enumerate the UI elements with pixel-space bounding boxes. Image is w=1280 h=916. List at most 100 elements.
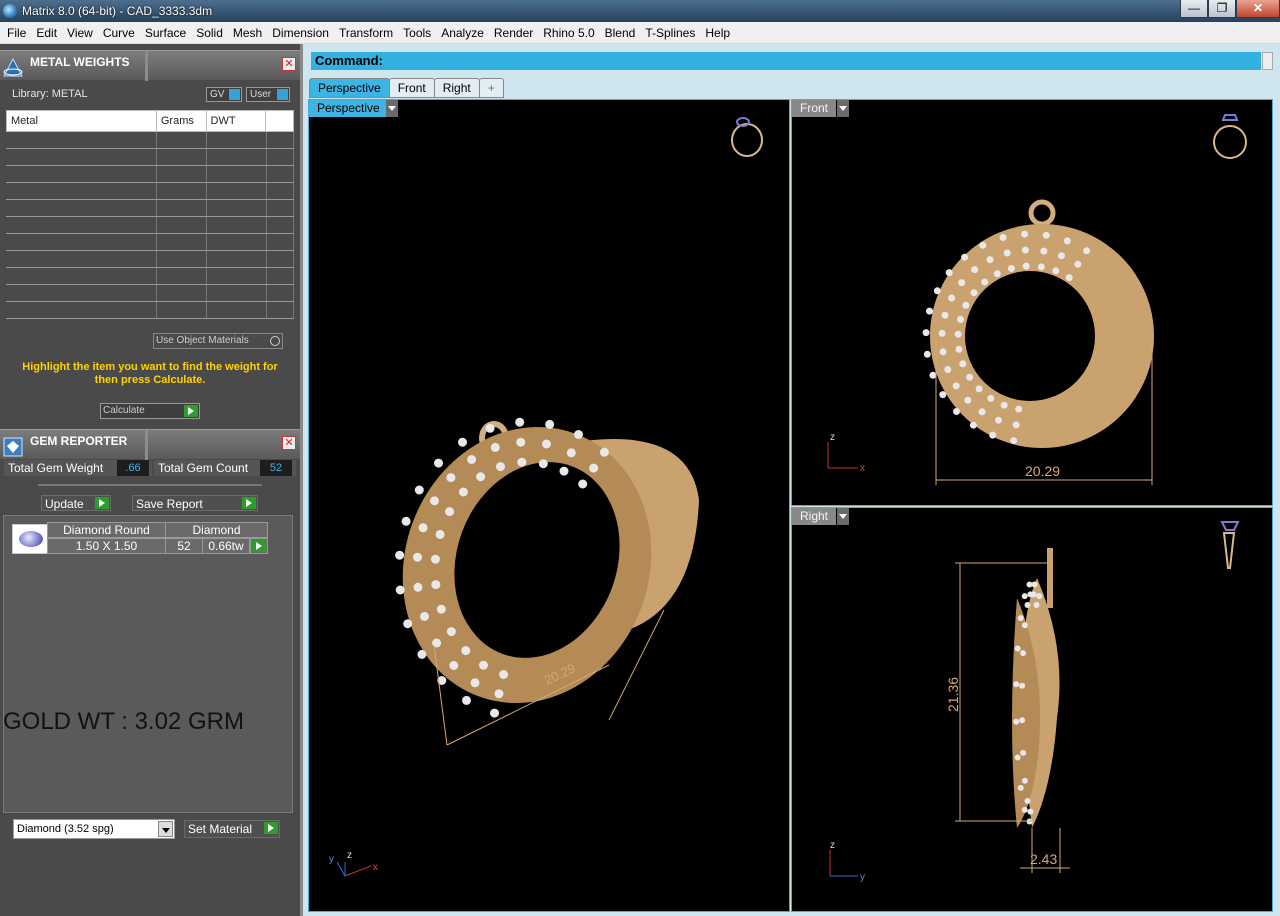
gem-dot: [933, 287, 941, 295]
gem-row-go[interactable]: [250, 538, 268, 554]
menu-blend[interactable]: Blend: [600, 26, 641, 40]
command-scrollbar[interactable]: [1262, 52, 1273, 70]
play-icon: [252, 540, 266, 552]
table-row[interactable]: [6, 302, 294, 319]
gem-dot: [1030, 591, 1037, 598]
tab-front[interactable]: Front: [388, 78, 435, 98]
command-bar[interactable]: Command:: [311, 52, 1261, 70]
add-tab-button[interactable]: +: [478, 78, 504, 98]
gem-dot: [993, 270, 1001, 278]
table-cell: [6, 217, 157, 233]
metal-weights-icon: [3, 57, 23, 77]
right-viewport[interactable]: Right 21.36 2.43 z y: [791, 507, 1273, 912]
table-row[interactable]: [6, 166, 294, 183]
gem-dot: [1019, 682, 1026, 689]
gem-dot: [516, 437, 526, 447]
gem-dot: [958, 279, 966, 287]
gem-dot: [461, 646, 471, 656]
maximize-button[interactable]: ❐: [1208, 0, 1236, 18]
update-button[interactable]: Update: [41, 495, 111, 511]
col-dwt[interactable]: DWT: [207, 111, 267, 131]
gem-dot: [966, 373, 974, 381]
gem-dot: [538, 459, 548, 469]
play-icon: [242, 497, 256, 509]
perspective-viewport[interactable]: Perspective 20.29 z x y: [308, 99, 790, 912]
table-row[interactable]: [6, 149, 294, 166]
gem-dot: [434, 458, 443, 468]
col-grams[interactable]: Grams: [157, 111, 207, 131]
gem-dot: [989, 431, 997, 439]
set-material-button[interactable]: Set Material: [184, 820, 280, 838]
menu-view[interactable]: View: [62, 26, 98, 40]
metal-table: Metal Grams DWT: [6, 110, 294, 324]
play-icon: [264, 822, 278, 834]
play-icon[interactable]: [184, 405, 198, 417]
table-row[interactable]: [6, 268, 294, 285]
menu-file[interactable]: File: [2, 26, 31, 40]
user-label: User: [250, 89, 272, 100]
menu-help[interactable]: Help: [700, 26, 735, 40]
chevron-down-icon[interactable]: [158, 821, 173, 837]
front-viewport[interactable]: Front 20.29 z x: [791, 99, 1273, 506]
axis-indicator: z x y: [329, 850, 378, 877]
table-cell: [267, 149, 294, 165]
menu-rhino[interactable]: Rhino 5.0: [538, 26, 599, 40]
use-object-materials-checkbox[interactable]: Use Object Materials: [153, 333, 283, 349]
save-report-button[interactable]: Save Report: [132, 495, 258, 511]
calculate-dropdown[interactable]: Calculate: [100, 403, 200, 419]
table-row[interactable]: [6, 183, 294, 200]
gem-thumbnail[interactable]: [12, 524, 48, 554]
gem-dot: [944, 366, 952, 373]
menu-surface[interactable]: Surface: [140, 26, 191, 40]
menu-curve[interactable]: Curve: [98, 26, 140, 40]
gem-dot: [418, 523, 428, 533]
col-metal[interactable]: Metal: [7, 111, 157, 131]
gem-dot: [962, 301, 970, 309]
table-cell: [207, 268, 267, 284]
gem-dot: [574, 430, 583, 439]
table-cell: [207, 234, 267, 250]
table-cell: [207, 285, 267, 301]
menu-tools[interactable]: Tools: [398, 26, 436, 40]
table-row[interactable]: [6, 285, 294, 302]
gem-dot: [542, 439, 551, 449]
menu-analyze[interactable]: Analyze: [436, 26, 489, 40]
gem-reporter-close-icon[interactable]: ✕: [282, 436, 296, 450]
gem-dot: [948, 294, 956, 302]
table-cell: [267, 200, 294, 216]
table-row[interactable]: [6, 217, 294, 234]
table-cell: [6, 149, 157, 165]
gem-dot: [945, 269, 953, 277]
table-row[interactable]: [6, 200, 294, 217]
tab-perspective[interactable]: Perspective: [309, 78, 390, 98]
axis-y-label: y: [329, 854, 334, 865]
menu-solid[interactable]: Solid: [191, 26, 228, 40]
table-row[interactable]: [6, 132, 294, 149]
close-button[interactable]: ✕: [1236, 0, 1280, 18]
ring-orientation-icon: [1220, 521, 1240, 569]
save-report-label: Save Report: [136, 497, 203, 511]
splitter[interactable]: [38, 484, 262, 486]
table-row[interactable]: [6, 234, 294, 251]
tab-right[interactable]: Right: [433, 78, 480, 98]
table-cell: [6, 251, 157, 267]
gem-name: Diamond Round: [47, 522, 166, 538]
material-select[interactable]: Diamond (3.52 spg): [13, 819, 175, 839]
table-row[interactable]: [6, 251, 294, 268]
gem-reporter-icon: [3, 437, 23, 457]
table-cell: [6, 268, 157, 284]
menu-mesh[interactable]: Mesh: [228, 26, 267, 40]
gem-dot: [1042, 231, 1050, 239]
menu-render[interactable]: Render: [489, 26, 538, 40]
menu-tsplines[interactable]: T-Splines: [640, 26, 700, 40]
gv-toggle[interactable]: GV: [206, 87, 242, 102]
user-toggle[interactable]: User: [246, 87, 290, 102]
minimize-button[interactable]: —: [1180, 0, 1208, 18]
title-bar: Matrix 8.0 (64-bit) - CAD_3333.3dm — ❐ ✕: [0, 0, 1280, 22]
menu-transform[interactable]: Transform: [334, 26, 398, 40]
metal-weights-close-icon[interactable]: ✕: [282, 57, 296, 71]
total-gem-weight-label: Total Gem Weight: [8, 461, 104, 475]
menu-dimension[interactable]: Dimension: [267, 26, 334, 40]
table-cell: [267, 285, 294, 301]
menu-edit[interactable]: Edit: [31, 26, 62, 40]
